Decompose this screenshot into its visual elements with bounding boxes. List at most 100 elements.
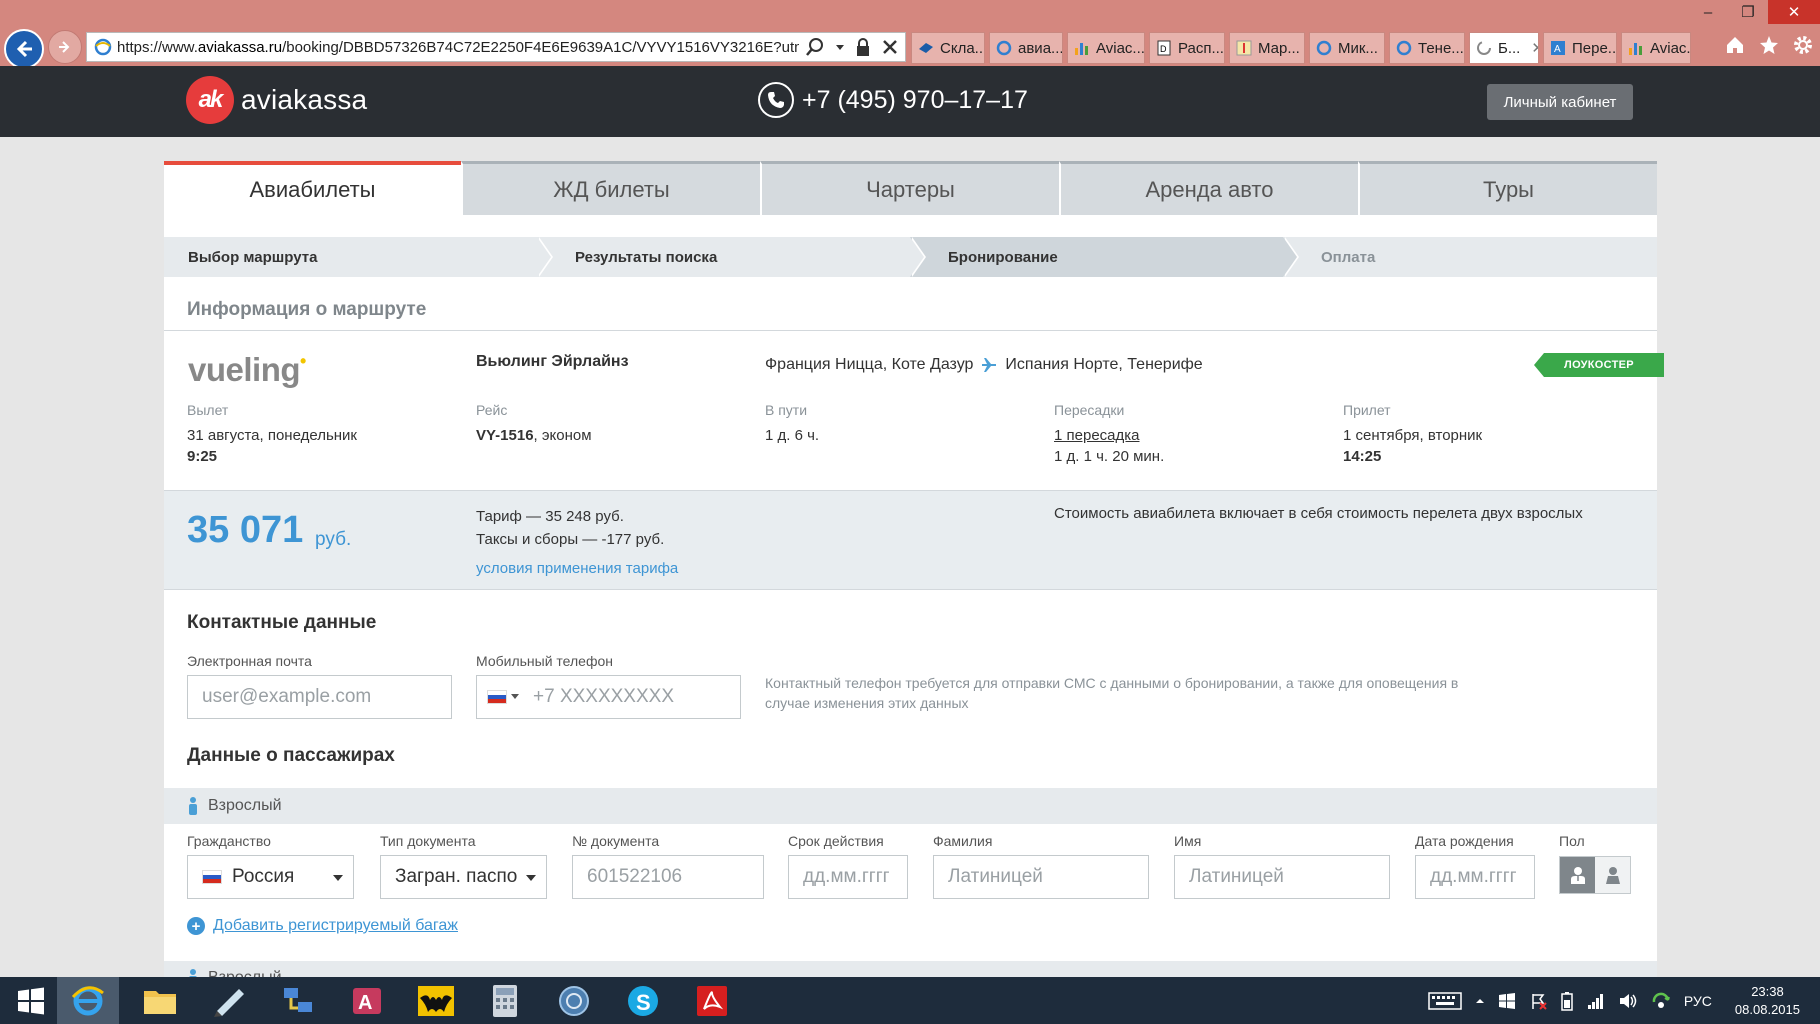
taskbar-ie[interactable] bbox=[57, 977, 119, 1024]
action-center-flag-icon[interactable] bbox=[1529, 992, 1547, 1010]
tab-car-rental[interactable]: Аренда авто bbox=[1059, 161, 1358, 215]
battery-icon[interactable] bbox=[1560, 991, 1574, 1011]
booking-steps: Выбор маршрута Результаты поиска Брониро… bbox=[164, 237, 1657, 277]
minimize-button[interactable]: – bbox=[1688, 0, 1728, 24]
browser-tab[interactable]: Тене... bbox=[1389, 32, 1465, 64]
dropdown-icon[interactable] bbox=[835, 37, 845, 57]
browser-tab[interactable]: авиа... bbox=[989, 32, 1063, 64]
expiry-field[interactable]: дд.мм.гггг bbox=[788, 855, 908, 899]
tariff-line: Тариф — 35 248 руб. bbox=[476, 508, 624, 525]
departure-info: Вылет 31 августа, понедельник 9:25 bbox=[187, 400, 357, 467]
email-field[interactable]: user@example.com bbox=[187, 675, 452, 719]
translate-icon: A bbox=[1551, 41, 1565, 55]
chevron-up-icon[interactable] bbox=[1475, 996, 1485, 1006]
site-header: ak aviakassa +7 (495) 970–17–17 Личный к… bbox=[0, 66, 1820, 137]
citizenship-label: Гражданство bbox=[187, 833, 271, 849]
ie-icon bbox=[996, 40, 1012, 56]
citizenship-select[interactable]: Россия bbox=[187, 855, 354, 899]
browser-tab[interactable]: Мар... bbox=[1229, 32, 1305, 64]
volume-icon[interactable] bbox=[1618, 992, 1638, 1010]
browser-tab[interactable]: Aviac... bbox=[1067, 32, 1145, 64]
surname-placeholder: Латиницей bbox=[948, 866, 1043, 887]
name-field[interactable]: Латиницей bbox=[1174, 855, 1390, 899]
expiry-placeholder: дд.мм.гггг bbox=[803, 866, 890, 887]
keyboard-icon[interactable] bbox=[1428, 991, 1462, 1011]
transfers-time: 1 д. 1 ч. 20 мин. bbox=[1054, 448, 1165, 465]
browser-tab[interactable]: A Пере... bbox=[1543, 32, 1617, 64]
add-baggage-link[interactable]: + Добавить регистрируемый багаж bbox=[187, 917, 458, 935]
restore-button[interactable]: ❐ bbox=[1728, 0, 1768, 24]
step-booking: Бронирование bbox=[910, 237, 1299, 277]
duration-label: В пути bbox=[765, 402, 808, 418]
personal-account-button[interactable]: Личный кабинет bbox=[1487, 84, 1633, 120]
russia-flag-icon[interactable] bbox=[487, 690, 507, 704]
taskbar-explorer[interactable] bbox=[129, 977, 191, 1024]
flight-class: , эконом bbox=[533, 427, 592, 444]
mobile-phone-field[interactable]: +7 XXXXXXXXX bbox=[476, 675, 741, 719]
forward-button[interactable] bbox=[48, 30, 82, 64]
settings-gear-icon[interactable] bbox=[1792, 34, 1814, 56]
browser-tab[interactable]: Скла... bbox=[911, 32, 985, 64]
home-icon[interactable] bbox=[1724, 34, 1746, 56]
stop-icon[interactable] bbox=[881, 37, 899, 57]
acrobat-icon bbox=[697, 985, 727, 1016]
windows-taskbar: A S РУС 23:38 08.08.2015 bbox=[0, 977, 1820, 1024]
chevron-down-icon[interactable] bbox=[511, 694, 519, 700]
favorites-star-icon[interactable] bbox=[1758, 34, 1780, 56]
url-domain: aviakassa.ru bbox=[197, 38, 283, 56]
tab-avia[interactable]: Авиабилеты bbox=[164, 161, 461, 215]
taskbar-network-app[interactable] bbox=[267, 977, 329, 1024]
network-sync-icon[interactable] bbox=[1651, 992, 1671, 1010]
doc-type-value: Загран. паспо bbox=[395, 866, 518, 887]
surname-field[interactable]: Латиницей bbox=[933, 855, 1149, 899]
step-label: Результаты поиска bbox=[575, 248, 718, 266]
search-icon[interactable] bbox=[805, 37, 825, 57]
aviakassa-logo[interactable]: ak aviakassa bbox=[186, 76, 367, 124]
taskbar-acrobat[interactable] bbox=[681, 977, 743, 1024]
lock-icon[interactable] bbox=[855, 37, 871, 57]
skype-icon: S bbox=[628, 985, 658, 1016]
tab-tours[interactable]: Туры bbox=[1358, 161, 1657, 215]
taskbar-calculator[interactable] bbox=[474, 977, 536, 1024]
start-button[interactable] bbox=[0, 977, 62, 1024]
address-bar[interactable]: https://www. aviakassa.ru/booking/DBBD573… bbox=[86, 32, 906, 62]
windows-flag-icon[interactable] bbox=[1498, 992, 1516, 1010]
price-currency: руб. bbox=[315, 529, 352, 550]
step-payment: Оплата bbox=[1283, 237, 1657, 277]
doc-number-field[interactable]: 601522106 bbox=[572, 855, 764, 899]
taskbar-access[interactable]: A bbox=[336, 977, 398, 1024]
transfers-link[interactable]: 1 пересадка bbox=[1054, 427, 1140, 444]
chevron-down-icon bbox=[526, 875, 536, 881]
browser-tab[interactable]: Aviac... bbox=[1621, 32, 1691, 64]
gender-male-button[interactable] bbox=[1560, 857, 1595, 893]
arrow-left-icon bbox=[16, 40, 32, 58]
tab-charters[interactable]: Чартеры bbox=[760, 161, 1059, 215]
browser-tab-active[interactable]: Б... ✕ bbox=[1469, 32, 1539, 64]
logo-text: aviakassa bbox=[241, 84, 368, 115]
tariff-rules-link[interactable]: условия применения тарифа bbox=[476, 560, 678, 577]
input-language[interactable]: РУС bbox=[1684, 993, 1712, 1009]
taskbar-bat-app[interactable] bbox=[405, 977, 467, 1024]
tab-rail[interactable]: ЖД билеты bbox=[461, 161, 760, 215]
document-icon: D bbox=[1157, 40, 1171, 56]
booking-card: Авиабилеты ЖД билеты Чартеры Аренда авто… bbox=[164, 161, 1664, 997]
close-window-button[interactable]: ✕ bbox=[1768, 0, 1820, 24]
airline-logo: vueling• bbox=[188, 351, 306, 388]
doc-type-select[interactable]: Загран. паспо bbox=[380, 855, 547, 899]
browser-tab[interactable]: D Расп... bbox=[1149, 32, 1225, 64]
signal-icon[interactable] bbox=[1587, 992, 1605, 1010]
flight-info: Рейс VY-1516, эконом bbox=[476, 400, 592, 446]
back-button[interactable] bbox=[4, 29, 44, 69]
birth-date-field[interactable]: дд.мм.гггг bbox=[1415, 855, 1535, 899]
taskbar-notepad[interactable] bbox=[198, 977, 260, 1024]
tab-close-icon[interactable]: ✕ bbox=[1531, 39, 1538, 57]
gender-female-button[interactable] bbox=[1595, 857, 1630, 893]
svg-text:S: S bbox=[636, 990, 651, 1015]
phone-number: +7 (495) 970–17–17 bbox=[802, 85, 1028, 114]
step-route[interactable]: Выбор маршрута bbox=[164, 237, 553, 277]
system-clock[interactable]: 23:38 08.08.2015 bbox=[1735, 983, 1800, 1019]
step-results[interactable]: Результаты поиска bbox=[537, 237, 926, 277]
browser-tab[interactable]: Мик... bbox=[1309, 32, 1385, 64]
taskbar-globe-app[interactable] bbox=[543, 977, 605, 1024]
taskbar-skype[interactable]: S bbox=[612, 977, 674, 1024]
